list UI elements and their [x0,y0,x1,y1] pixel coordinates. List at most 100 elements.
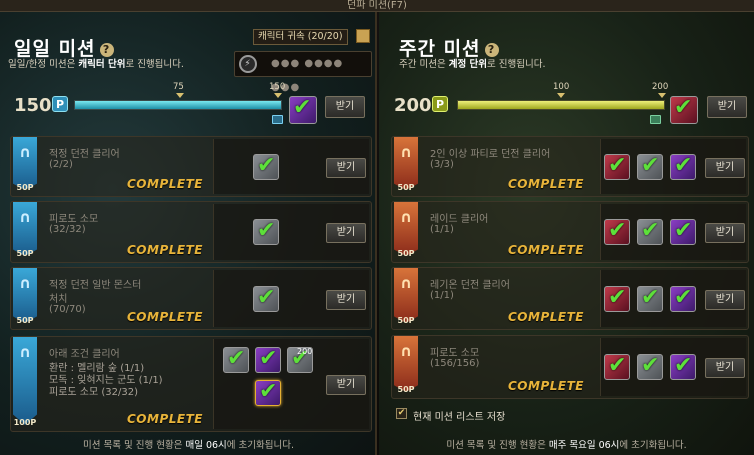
daily-panel: 일일 미션? 일일/한정 미션은 캐릭터 단위로 진행됩니다. 캐릭터 귀속 (… [0,12,377,455]
weekly-mission-complete-label: COMPLETE [508,310,584,324]
character-id-field[interactable]: ⚡ ●●● ●●●● ●●● [234,51,372,93]
daily-mission-progress: (2/2) [49,159,73,170]
daily-claim-all-button[interactable]: 받기 [325,96,365,118]
daily-mission-card: ∩ 50P 피로도 소모(32/32) COMPLETE 받기 [10,201,372,263]
mission-window: 던파 미션(F7) 일일 미션? 일일/한정 미션은 캐릭터 단위로 진행됩니다… [0,0,754,455]
daily-tick-marker [274,93,282,98]
weekly-mission-card: ∩ 50P 피로도 소모(156/156) COMPLETE 받기 [391,335,749,399]
daily-help-icon[interactable]: ? [99,42,114,57]
weekly-mission-progress: (1/1) [430,290,454,301]
weekly-mission-points: 50P [397,183,415,192]
weekly-mission-progress: (3/3) [430,159,454,170]
daily-mission-claim-button[interactable]: 받기 [326,375,366,395]
daily-footer: 미션 목록 및 진행 현황은 매일 06시에 초기화됩니다. [82,440,295,451]
save-list-label: 현재 미션 리스트 저장 [413,412,506,423]
weekly-reward-item-icon[interactable] [604,153,630,180]
weekly-mission-complete-label: COMPLETE [508,177,584,191]
weekly-panel: 주간 미션? 주간 미션은 계정 단위로 진행됩니다. 200 P 100 20… [379,12,754,455]
weekly-mission-name: 레이드 클리어 [430,214,489,225]
daily-mission-points: 50P [16,183,34,192]
daily-mission-card: ∩ 100P 아래 조건 클리어 환란 : 멜리람 숲 (1/1) 모독 : 잊혀지는 … [10,336,372,432]
daily-mission-complete-label: COMPLETE [127,412,203,426]
daily-mission-icon: ∩ [18,343,32,361]
save-list-checkbox[interactable]: ✔ [396,408,407,419]
weekly-mission-complete-label: COMPLETE [508,379,584,393]
weekly-reward-item-icon[interactable] [604,218,630,245]
daily-mission-points: 50P [16,316,34,325]
daily-points: 150 [14,95,52,116]
weekly-mission-points: 50P [397,385,415,394]
weekly-tick-marker [658,93,666,98]
weekly-mission-claim-button[interactable]: 받기 [705,223,745,243]
daily-mission-ribbon: ∩ 100P [13,337,37,431]
daily-mission-claim-button[interactable]: 받기 [326,158,366,178]
daily-mission-points: 100P [13,418,37,427]
weekly-bonus-reward-icon[interactable] [670,95,698,124]
weekly-reward-item-icon[interactable] [670,218,696,245]
daily-subtitle: 일일/한정 미션은 캐릭터 단위로 진행됩니다. [8,59,184,70]
weekly-subtitle: 주간 미션은 계정 단위로 진행됩니다. [399,59,546,70]
daily-mission-ribbon: ∩ 50P [13,137,37,196]
weekly-mission-claim-button[interactable]: 받기 [705,158,745,178]
daily-reward-item-icon[interactable] [253,285,279,312]
weekly-points: 200 [394,95,432,116]
daily-mission-icon: ∩ [18,143,32,161]
weekly-mission-icon: ∩ [399,208,413,226]
weekly-tick-200: 200 [652,82,669,92]
daily-tick-150: 150 [269,82,286,92]
weekly-tick-100: 100 [553,82,570,92]
daily-reward-item-icon[interactable] [223,346,249,373]
weekly-reward-item-icon[interactable] [670,153,696,180]
daily-box-icon [272,115,283,124]
daily-mission-card: ∩ 50P 적정 던전 일반 몬스터처치(70/70) COMPLETE 받기 [10,267,372,330]
weekly-tick-marker [557,93,565,98]
weekly-mission-ribbon: ∩ 50P [394,202,418,262]
daily-mission-name: 아래 조건 클리어 [49,349,120,360]
weekly-mission-icon: ∩ [399,342,413,360]
weekly-reward-item-icon[interactable] [637,285,663,312]
daily-mission-icon: ∩ [18,274,32,292]
weekly-reward-item-icon[interactable] [604,353,630,380]
daily-mission-progress: (32/32) [49,224,86,235]
weekly-progress-bar [457,100,665,110]
daily-mission-complete-label: COMPLETE [127,310,203,324]
daily-mission-name: 적정 던전 클리어 [49,149,120,160]
daily-reward-selected-icon[interactable] [255,379,281,406]
weekly-reward-item-icon[interactable] [604,285,630,312]
weekly-mission-card: ∩ 50P 레이드 클리어(1/1) COMPLETE 받기 [391,201,749,263]
daily-mission-card: ∩ 50P 적정 던전 클리어(2/2) COMPLETE 받기 [10,136,372,197]
weekly-mission-name: 레기온 던전 클리어 [430,280,510,291]
daily-mission-icon: ∩ [18,208,32,226]
daily-mission-claim-button[interactable]: 받기 [326,290,366,310]
weekly-reward-item-icon[interactable] [637,353,663,380]
daily-tick-marker [176,93,184,98]
weekly-mission-claim-button[interactable]: 받기 [705,358,745,378]
weekly-mission-complete-label: COMPLETE [508,243,584,257]
weekly-claim-all-button[interactable]: 받기 [707,96,747,118]
daily-bonus-reward-icon[interactable] [289,95,317,124]
weekly-mission-ribbon: ∩ 50P [394,268,418,329]
daily-reward-item-icon[interactable] [253,153,279,180]
weekly-box-icon [650,115,661,124]
character-bind-label: 캐릭터 귀속 (20/20) [253,29,348,45]
weekly-reward-item-icon[interactable] [637,218,663,245]
weekly-footer: 미션 목록 및 진행 현황은 매주 목요일 06시에 초기화됩니다. [446,440,687,451]
daily-mission-name: 적정 던전 일반 몬스터 [49,280,142,291]
daily-reward-item-icon[interactable] [253,218,279,245]
daily-reward-item-icon[interactable] [255,346,281,373]
weekly-reward-item-icon[interactable] [637,153,663,180]
weekly-mission-ribbon: ∩ 50P [394,137,418,196]
daily-mission-ribbon: ∩ 50P [13,268,37,329]
weekly-mission-name: 2인 이상 파티로 던전 클리어 [430,149,551,160]
daily-mission-claim-button[interactable]: 받기 [326,223,366,243]
magnifier-icon[interactable] [356,29,370,43]
weekly-reward-item-icon[interactable] [670,285,696,312]
weekly-mission-ribbon: ∩ 50P [394,336,418,398]
weekly-mission-progress: (1/1) [430,224,454,235]
weekly-point-icon: P [432,96,448,112]
weekly-reward-item-icon[interactable] [670,353,696,380]
weekly-mission-claim-button[interactable]: 받기 [705,290,745,310]
daily-condition-3: 피로도 소모 (32/32) [49,387,138,398]
daily-mission-ribbon: ∩ 50P [13,202,37,262]
weekly-help-icon[interactable]: ? [484,42,499,57]
